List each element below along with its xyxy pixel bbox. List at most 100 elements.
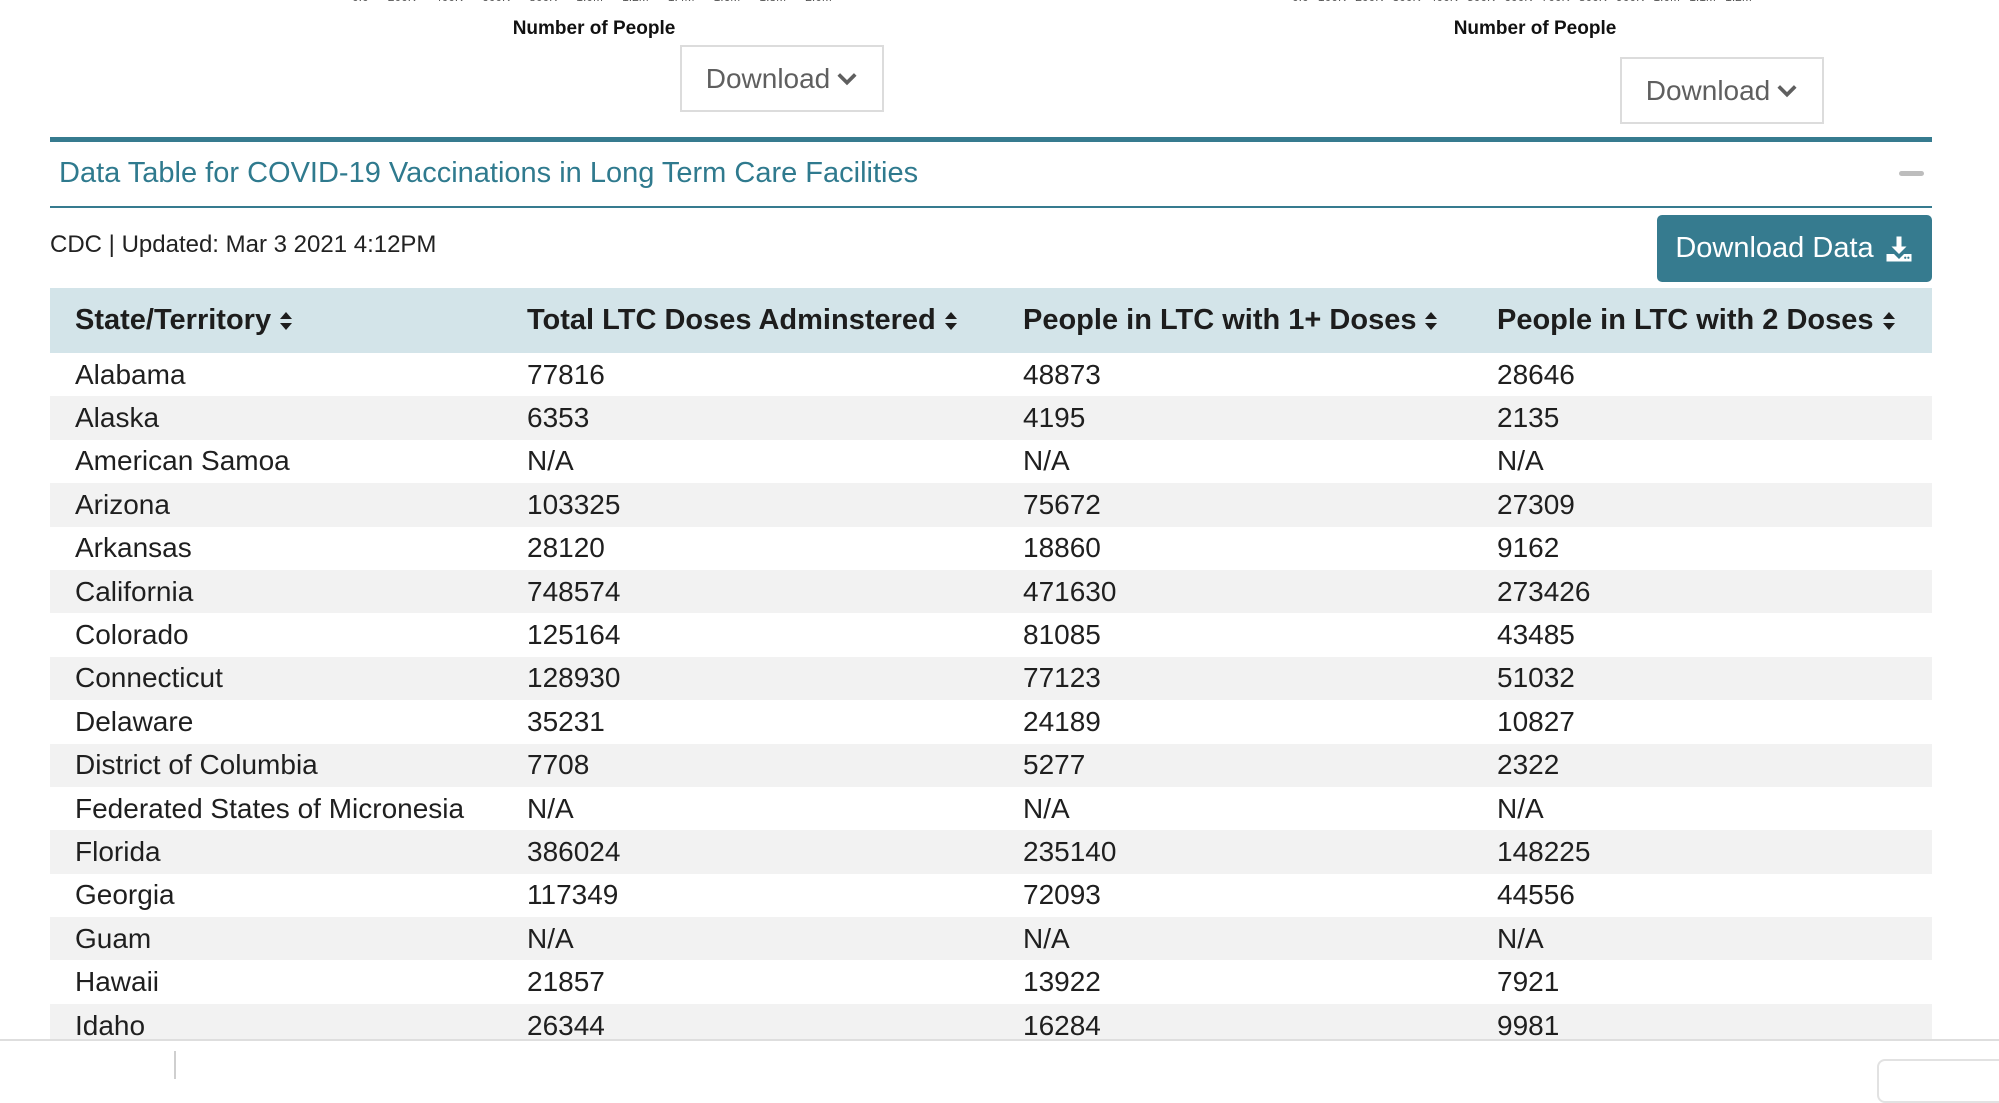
section-top-border [50,137,1932,142]
bottom-right-widget[interactable] [1877,1059,1999,1103]
table-row: Florida 386024 235140 148225 [50,830,1932,874]
sort-icon [1425,311,1438,330]
cell-state: Guam [75,922,152,954]
column-header-label: People in LTC with 2 Doses [1497,304,1874,336]
chevron-down-icon [1777,84,1797,97]
table-row: Delaware 35231 24189 10827 [50,700,1932,743]
cell-two-doses: 273426 [1497,575,1591,607]
column-header-label: Total LTC Doses Adminstered [527,304,936,336]
cell-state: American Samoa [75,445,290,477]
cell-total-doses: N/A [527,445,574,477]
cell-total-doses: 6353 [527,402,590,434]
table-row: Arkansas 28120 18860 9162 [50,527,1932,570]
cell-total-doses: 21857 [527,966,605,998]
ltc-vaccination-table: State/Territory Total LTC Doses Adminste… [50,288,1932,1087]
table-row: District of Columbia 7708 5277 2322 [50,743,1932,787]
table-row: Alaska 6353 4195 2135 [50,396,1932,440]
cell-total-doses: 128930 [527,662,621,694]
x-axis-tick-label: 200K [1355,0,1383,4]
x-axis-tick-label: 0.0 [1292,0,1309,4]
sort-icon [944,311,957,330]
column-header-label: People in LTC with 1+ Doses [1023,304,1417,336]
cell-state: Florida [75,835,161,867]
cell-state: Arkansas [75,532,192,564]
cell-total-doses: 7708 [527,749,590,781]
cell-one-plus-doses: 72093 [1023,879,1101,911]
cell-two-doses: 7921 [1497,966,1560,998]
cell-one-plus-doses: N/A [1023,445,1070,477]
table-body[interactable]: Alabama 77816 48873 28646 Alaska 6353 4195 2135… [50,353,1932,1087]
cell-one-plus-doses: 4195 [1023,402,1086,434]
collapse-minus-icon[interactable] [1899,171,1924,176]
right-chart-download-button[interactable]: Download [1620,57,1824,124]
cell-two-doses: 28646 [1497,358,1575,390]
cell-two-doses: 27309 [1497,488,1575,520]
cell-one-plus-doses: 75672 [1023,488,1101,520]
cell-one-plus-doses: 77123 [1023,662,1101,694]
cell-one-plus-doses: 13922 [1023,966,1101,998]
x-axis-tick-label: 800K [529,0,557,4]
cell-total-doses: 125164 [527,619,621,651]
table-row: California 748574 471630 273426 [50,569,1932,614]
x-axis-tick-label: 900K [1616,0,1644,4]
bottom-toolbar [0,1039,1999,1103]
x-axis-tick-label: 1.2M [1725,0,1752,4]
x-axis-tick-label: 1.2M [622,0,649,4]
x-axis-tick-label: 600K [482,0,510,4]
cell-two-doses: 2322 [1497,749,1560,781]
cell-state: Alabama [75,358,186,390]
column-header-total-doses[interactable]: Total LTC Doses Adminstered [527,304,958,337]
cell-total-doses: 77816 [527,358,605,390]
x-axis-tick-label: 2.0M [805,0,832,4]
table-row: Georgia 117349 72093 44556 [50,874,1932,917]
section-title[interactable]: Data Table for COVID-19 Vaccinations in … [59,157,918,190]
column-header-label: State/Territory [75,304,272,336]
x-axis-tick-label: 700K [1542,0,1570,4]
cell-two-doses: N/A [1497,792,1544,824]
download-label: Download [705,62,831,94]
table-row: Federated States of Micronesia N/A N/A N/A [50,787,1932,830]
cell-two-doses: 44556 [1497,879,1575,911]
cell-state: Connecticut [75,662,223,694]
column-header-two-doses[interactable]: People in LTC with 2 Doses [1497,304,1896,337]
cell-total-doses: 35231 [527,705,605,737]
cell-two-doses: N/A [1497,445,1544,477]
cell-two-doses: 2135 [1497,402,1560,434]
cell-one-plus-doses: N/A [1023,792,1070,824]
cell-total-doses: 748574 [527,575,621,607]
cell-two-doses: 51032 [1497,662,1575,694]
cell-state: Georgia [75,879,175,911]
column-header-one-plus-doses[interactable]: People in LTC with 1+ Doses [1023,304,1438,337]
cell-one-plus-doses: 235140 [1023,835,1117,867]
table-row: Connecticut 128930 77123 51032 [50,656,1932,701]
table-row: Alabama 77816 48873 28646 [50,353,1932,396]
x-axis-tick-label: 600K [1504,0,1532,4]
cell-state: Colorado [75,619,189,651]
cell-state: Federated States of Micronesia [75,792,465,824]
cell-state: Idaho [75,1009,146,1041]
download-data-button[interactable]: Download Data [1657,215,1932,282]
x-axis-tick-label: 100K [1318,0,1346,4]
cell-total-doses: 103325 [527,488,621,520]
cell-two-doses: 148225 [1497,835,1591,867]
x-axis-tick-label: 1.4M [668,0,695,4]
left-chart-download-button[interactable]: Download [680,45,884,112]
cell-one-plus-doses: 18860 [1023,532,1101,564]
chevron-down-icon [837,72,857,85]
table-row: Guam N/A N/A N/A [50,917,1932,961]
column-header-state[interactable]: State/Territory [75,304,293,337]
x-axis-tick-label: 1.8M [759,0,786,4]
cell-state: Delaware [75,705,194,737]
sort-icon [280,311,293,330]
sort-icon [1882,311,1895,330]
cell-two-doses: 9162 [1497,532,1560,564]
cell-total-doses: 117349 [527,879,619,911]
x-axis-tick-label: 200K [388,0,416,4]
updated-timestamp: CDC | Updated: Mar 3 2021 4:12PM [50,231,437,258]
cell-state: Arizona [75,488,170,520]
table-row: Arizona 103325 75672 27309 [50,483,1932,527]
x-axis-tick-label: 1.1M [1689,0,1716,4]
toolbar-divider [174,1051,176,1079]
x-axis-tick-label: 800K [1579,0,1607,4]
table-row: American Samoa N/A N/A N/A [50,440,1932,483]
